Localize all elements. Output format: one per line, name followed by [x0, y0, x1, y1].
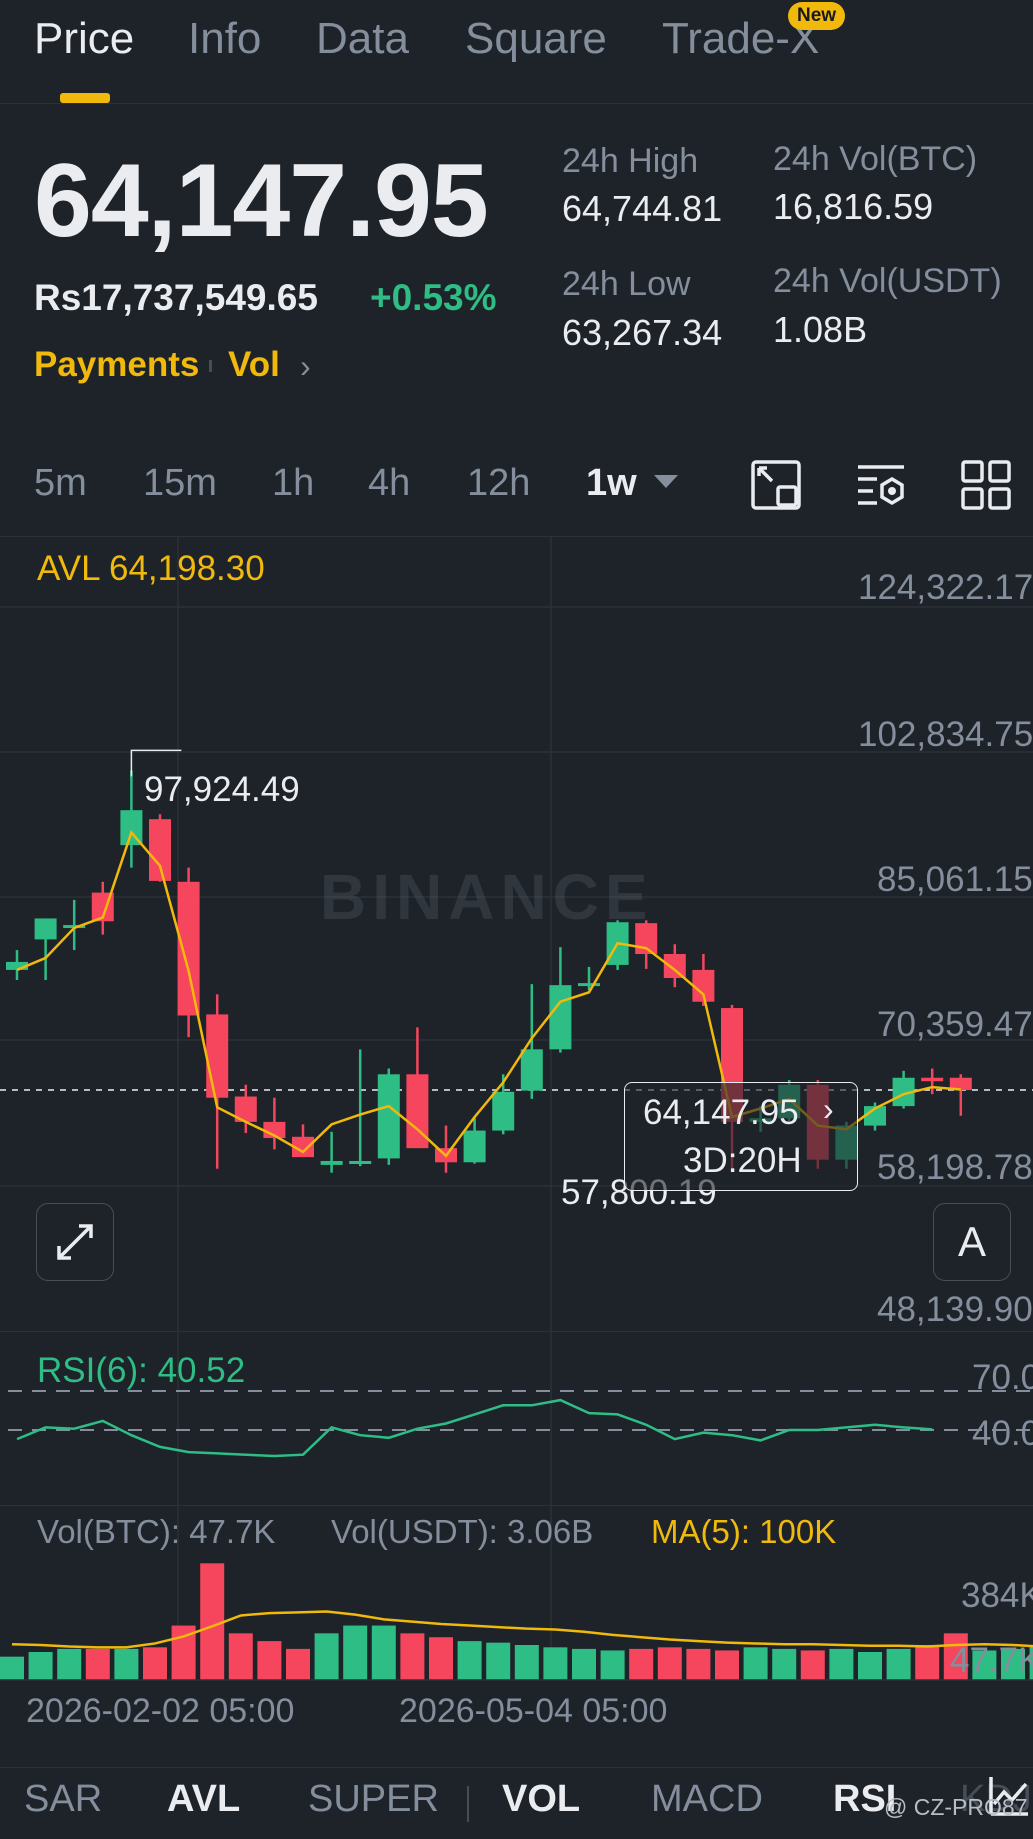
volume-bar	[343, 1625, 368, 1680]
volume-bar	[314, 1633, 339, 1680]
volume-bar	[114, 1648, 139, 1680]
volume-bar	[228, 1633, 253, 1680]
divider	[0, 1331, 1033, 1332]
indicator-super[interactable]: SUPER	[308, 1778, 439, 1821]
y-tick: 58,198.78	[877, 1148, 1033, 1187]
divider	[467, 1786, 469, 1822]
candle-body	[578, 983, 600, 987]
volume-bar	[400, 1633, 425, 1680]
candle-body	[463, 1130, 486, 1163]
volume-bar	[886, 1648, 911, 1680]
indicator-sar[interactable]: SAR	[24, 1778, 102, 1821]
expand-chart-button[interactable]	[36, 1203, 114, 1281]
price-chart[interactable]	[0, 0, 1033, 1690]
candle-body	[663, 954, 686, 979]
x-axis-label: 2026-02-02 05:00	[26, 1692, 295, 1730]
volume-bar	[715, 1650, 739, 1680]
y-tick: 85,061.15	[877, 860, 1033, 899]
expand-icon	[57, 1224, 93, 1260]
volume-bar	[514, 1645, 539, 1680]
rsi-line	[16, 1398, 933, 1458]
vol-y-tick: 384K	[961, 1576, 1033, 1615]
indicator-avl[interactable]: AVL	[167, 1778, 240, 1821]
indicator-vol[interactable]: VOL	[502, 1778, 580, 1821]
candle-body	[320, 1160, 343, 1165]
volume-bar	[543, 1647, 568, 1680]
current-price-value: 64,147.95	[643, 1093, 799, 1132]
candle-countdown: 3D:20H	[683, 1141, 802, 1180]
volume-bar	[200, 1563, 225, 1680]
y-tick: 70,359.47	[877, 1005, 1033, 1044]
binance-watermark: BINANCE	[320, 861, 654, 933]
divider	[0, 1505, 1033, 1506]
high-marker-label: 97,924.49	[144, 770, 300, 809]
volume-bar	[57, 1648, 82, 1680]
vol-btc-label: Vol(BTC): 47.7K	[37, 1513, 276, 1550]
indicator-bar: SAR AVL SUPER VOL MACD RSI KDJ	[0, 1767, 1033, 1839]
volume-bar	[915, 1645, 940, 1680]
volume-bar	[85, 1648, 110, 1680]
volume-bar	[429, 1637, 453, 1680]
volume-bar	[743, 1647, 768, 1680]
volume-bar	[0, 1656, 24, 1680]
volume-bar	[572, 1648, 596, 1680]
volume-bar	[829, 1648, 854, 1680]
candle-body	[377, 1074, 400, 1159]
volume-bar	[629, 1648, 654, 1680]
candle-body	[149, 819, 171, 881]
volume-bar	[143, 1647, 167, 1680]
volume-bar	[686, 1648, 711, 1680]
candle-body	[549, 985, 572, 1050]
chevron-right-icon: ›	[823, 1091, 834, 1127]
candle-body	[520, 1049, 543, 1091]
volume-bar	[457, 1641, 482, 1680]
volume-bar	[486, 1642, 511, 1680]
vol-y-tick: 47.7K	[950, 1641, 1033, 1680]
volume-bar	[657, 1647, 682, 1680]
candle-body	[492, 1091, 515, 1131]
y-tick: 102,834.75	[858, 715, 1033, 754]
candle-body	[206, 1014, 229, 1098]
volume-bar	[858, 1652, 882, 1680]
auto-scale-button[interactable]: A	[933, 1203, 1011, 1281]
candle-body	[177, 881, 200, 1016]
volume-ma5-line	[11, 1610, 1033, 1649]
credit-watermark: @ CZ-PRO87	[884, 1794, 1028, 1820]
rsi-y-tick: 40.0	[972, 1414, 1033, 1453]
y-tick: 48,139.90	[877, 1290, 1033, 1329]
volume-bar	[28, 1652, 53, 1680]
rsi-label: RSI(6): 40.52	[37, 1351, 246, 1390]
candle-body	[34, 918, 57, 940]
x-axis-label: 2026-05-04 05:00	[399, 1692, 668, 1730]
volume-bar	[800, 1650, 825, 1680]
indicator-macd[interactable]: MACD	[651, 1778, 763, 1821]
volume-bar	[257, 1641, 282, 1680]
volume-bar	[600, 1650, 625, 1680]
candle-body	[349, 1160, 372, 1164]
volume-bar	[772, 1648, 797, 1680]
rsi-y-tick: 70.0	[972, 1358, 1033, 1397]
candle-body	[921, 1077, 944, 1082]
avl-label: AVL 64,198.30	[37, 549, 265, 588]
vol-usdt-label: Vol(USDT): 3.06B	[331, 1513, 594, 1550]
volume-bar	[286, 1648, 310, 1680]
volume-bar	[371, 1625, 396, 1680]
ma5-label: MA(5): 100K	[651, 1513, 837, 1550]
y-tick: 124,322.17	[858, 568, 1033, 607]
current-price-box[interactable]: 64,147.95 › 3D:20H	[624, 1082, 858, 1191]
